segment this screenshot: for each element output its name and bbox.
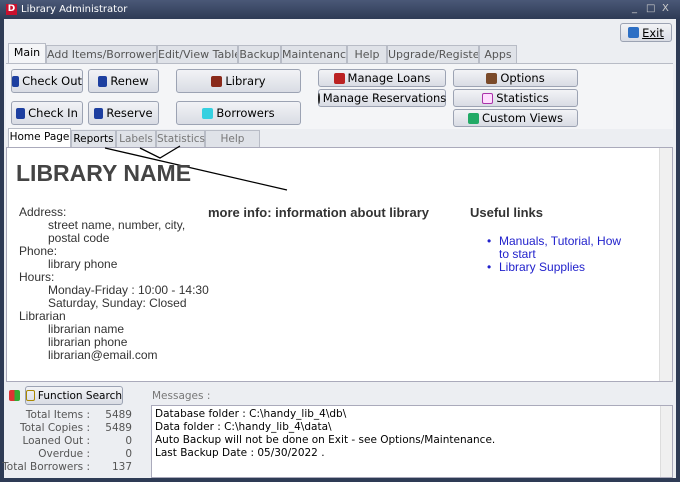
phone-label: Phone: <box>19 244 58 258</box>
stat-label: Total Borrowers : <box>2 461 90 473</box>
more-info-heading: more info: information about library <box>208 205 430 220</box>
hours-label: Hours: <box>19 270 55 284</box>
stat-value: 5489 <box>105 409 132 421</box>
stat-label: Overdue : <box>38 448 90 460</box>
stat-value: 5489 <box>105 422 132 434</box>
stat-label: Total Copies : <box>19 422 90 434</box>
grid-icon[interactable] <box>9 390 20 401</box>
link-bullet: • <box>487 260 492 274</box>
messages-box[interactable]: Database folder : C:\handy_lib_4\db\ Dat… <box>151 405 673 478</box>
function-search-icon <box>26 390 35 401</box>
librarian-label: Librarian <box>19 309 66 323</box>
librarian-line: librarian@email.com <box>48 348 158 362</box>
message-line: Database folder : C:\handy_lib_4\db\ <box>155 408 347 420</box>
messages-label: Messages : <box>152 390 211 402</box>
message-line: Data folder : C:\handy_lib_4\data\ <box>155 421 332 433</box>
hours-line: Monday-Friday : 10:00 - 14:30 <box>48 283 209 297</box>
message-line: Last Backup Date : 05/30/2022 . <box>155 447 325 459</box>
librarian-line: librarian name <box>48 322 125 336</box>
stat-value: 0 <box>125 448 132 460</box>
address-line: postal code <box>48 231 110 245</box>
message-line: Auto Backup will not be done on Exit - s… <box>155 434 496 446</box>
stat-label: Loaned Out : <box>22 435 90 447</box>
library-name: LIBRARY NAME <box>16 160 192 186</box>
stat-label: Total Items : <box>25 409 90 421</box>
stat-value: 0 <box>125 435 132 447</box>
function-search-button[interactable]: Function Search <box>25 386 123 405</box>
stat-value: 137 <box>111 461 132 473</box>
address-label: Address: <box>19 205 67 219</box>
useful-links-heading: Useful links <box>470 205 543 220</box>
messages-scrollbar[interactable] <box>660 406 672 477</box>
link-library-supplies[interactable]: Library Supplies <box>499 260 585 274</box>
address-line: street name, number, city, <box>48 218 186 232</box>
hours-line: Saturday, Sunday: Closed <box>48 296 187 310</box>
link-bullet: • <box>487 234 492 248</box>
link-manuals-cont[interactable]: to start <box>499 247 536 261</box>
link-manuals[interactable]: Manuals, Tutorial, How <box>499 234 621 248</box>
librarian-line: librarian phone <box>48 335 128 349</box>
phone-value: library phone <box>48 257 118 271</box>
